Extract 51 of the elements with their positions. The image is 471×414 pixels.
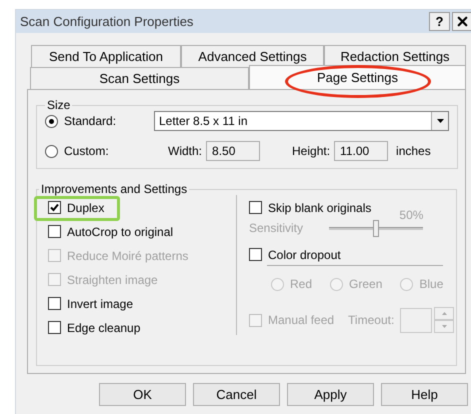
option-label: Reduce Moiré patterns — [67, 248, 188, 264]
tab[interactable]: Advanced Settings — [181, 45, 324, 67]
radio-button[interactable] — [45, 114, 58, 128]
checkbox[interactable] — [48, 321, 61, 334]
timeout-label: Timeout: — [348, 312, 394, 329]
checkbox[interactable] — [48, 297, 61, 310]
unit-label: inches — [396, 143, 431, 160]
close-button[interactable] — [452, 12, 471, 31]
group-title: Improvements and Settings — [40, 183, 188, 195]
timeout-field[interactable] — [400, 308, 432, 332]
option-label: Manual feed — [268, 312, 334, 329]
height-label: Height: — [292, 143, 330, 160]
sensitivity-label: Sensitivity — [249, 220, 304, 237]
color-option-label: Green — [349, 276, 382, 293]
paper-size-dropdown[interactable]: Letter 8.5 x 11 in — [154, 111, 449, 131]
standard-label: Standard: — [64, 113, 118, 130]
option-label: Color dropout — [268, 246, 341, 264]
dialog-button[interactable]: Cancel — [193, 383, 280, 406]
checkbox[interactable] — [48, 225, 61, 238]
close-icon — [455, 14, 470, 29]
tab[interactable]: Redaction Settings — [324, 45, 466, 67]
spinner-control[interactable] — [434, 307, 454, 333]
height-field[interactable]: 11.00 — [334, 141, 388, 161]
dialog-button[interactable]: Help — [381, 383, 468, 406]
down-arrow-icon — [442, 325, 447, 328]
option-label: Skip blank originals — [268, 200, 372, 216]
option-label: Edge cleanup — [67, 320, 140, 336]
checkbox[interactable] — [48, 201, 61, 214]
sensitivity-reading: 50% — [399, 206, 424, 224]
tab[interactable]: Scan Settings — [30, 67, 249, 89]
group-title: Size — [46, 99, 72, 111]
option-label: Duplex — [67, 200, 104, 216]
radio-button[interactable] — [45, 144, 58, 158]
option-label: Straighten image — [67, 272, 158, 288]
tab[interactable]: Page Settings — [249, 65, 466, 89]
window-title: Scan Configuration Properties — [20, 12, 194, 31]
checkmark-icon — [50, 203, 59, 212]
checkbox[interactable] — [249, 248, 262, 261]
sensitivity-slider[interactable] — [329, 219, 423, 237]
dialog-button[interactable]: OK — [99, 383, 186, 406]
dialog-button[interactable]: Apply — [287, 383, 374, 406]
width-label: Width: — [168, 143, 202, 160]
width-field[interactable]: 8.50 — [206, 141, 260, 161]
option-label: AutoCrop to original — [67, 224, 174, 240]
up-arrow-icon — [442, 312, 447, 315]
tab[interactable]: Send To Application — [31, 45, 181, 67]
option-label: Invert image — [67, 296, 134, 312]
help-button[interactable]: ? — [429, 12, 450, 31]
color-option-label: Red — [290, 276, 312, 293]
color-option-label: Blue — [419, 276, 444, 293]
custom-label: Custom: — [64, 143, 110, 160]
